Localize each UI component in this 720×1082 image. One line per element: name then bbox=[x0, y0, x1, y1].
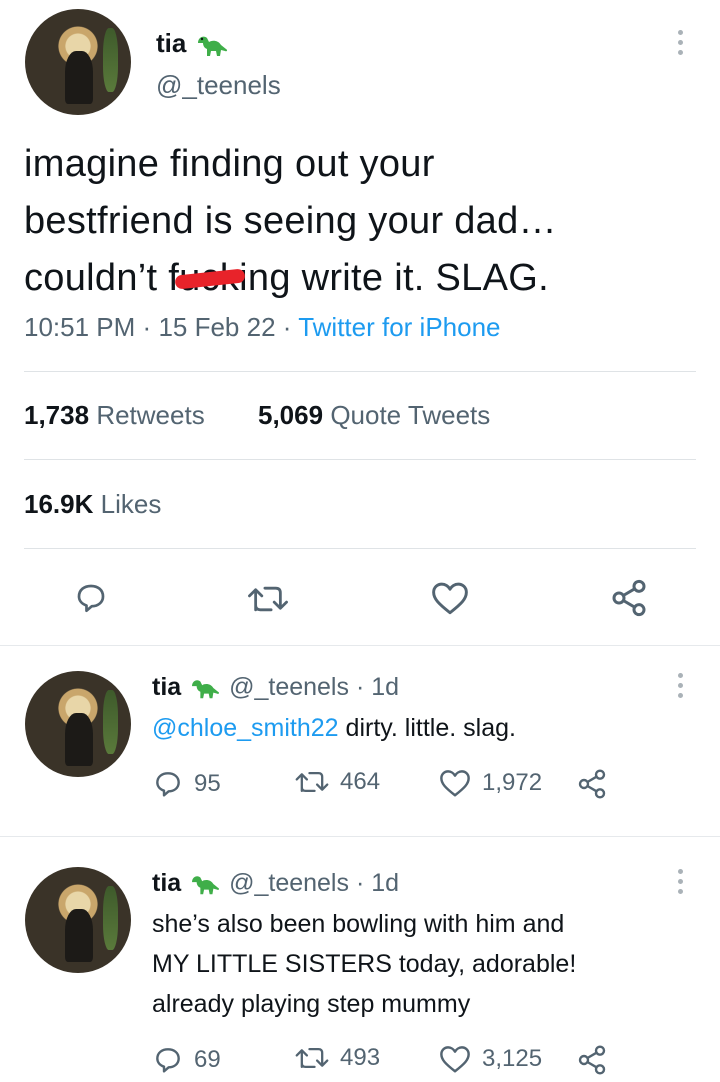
like-button[interactable]: 3,125 bbox=[438, 1044, 542, 1074]
tweet-text: imagine finding out your bestfriend is s… bbox=[24, 136, 684, 307]
share-icon bbox=[578, 769, 606, 799]
quote-tweets-stat[interactable]: 5,069 Quote Tweets bbox=[258, 400, 490, 431]
divider bbox=[0, 645, 720, 646]
reply-icon bbox=[156, 772, 180, 797]
tweet-date[interactable]: 15 Feb 22 bbox=[158, 312, 275, 342]
retweet-button[interactable]: 493 bbox=[294, 1044, 380, 1072]
reply-actions: 69 493 3,125 bbox=[152, 1044, 692, 1078]
retweets-stat[interactable]: 1,738 Retweets bbox=[24, 400, 205, 431]
heart-icon[interactable] bbox=[430, 580, 470, 616]
reply-header[interactable]: tia @_teenels · 1d bbox=[152, 869, 399, 898]
share-icon bbox=[578, 1045, 606, 1075]
divider bbox=[0, 836, 720, 837]
heart-icon bbox=[440, 770, 470, 797]
divider bbox=[24, 371, 696, 372]
reply-header[interactable]: tia @_teenels · 1d bbox=[152, 673, 399, 702]
retweet-icon bbox=[295, 771, 329, 793]
avatar[interactable] bbox=[25, 867, 131, 973]
reply-button[interactable]: 69 bbox=[152, 1044, 221, 1076]
more-icon[interactable] bbox=[673, 30, 687, 60]
avatar[interactable] bbox=[25, 671, 131, 777]
dinosaur-emoji-icon bbox=[192, 680, 220, 699]
dinosaur-emoji-icon bbox=[192, 876, 220, 895]
tweet-source[interactable]: Twitter for iPhone bbox=[298, 312, 500, 342]
reply-icon[interactable] bbox=[72, 580, 110, 616]
tweet-time[interactable]: 10:51 PM bbox=[24, 312, 135, 342]
share-button[interactable] bbox=[576, 1044, 618, 1076]
reply-button[interactable]: 95 bbox=[152, 768, 221, 800]
reply-icon bbox=[156, 1048, 180, 1073]
dinosaur-emoji-icon bbox=[197, 36, 227, 57]
reply-text: she’s also been bowling with him and MY … bbox=[152, 910, 577, 1018]
retweet-button[interactable]: 464 bbox=[294, 768, 380, 796]
divider bbox=[24, 459, 696, 460]
retweet-icon[interactable] bbox=[246, 582, 290, 616]
more-icon[interactable] bbox=[673, 673, 687, 703]
likes-stat[interactable]: 16.9K Likes bbox=[24, 489, 161, 520]
share-icon[interactable] bbox=[609, 578, 649, 618]
reply-text: @chloe_smith22 dirty. little. slag. bbox=[152, 714, 516, 742]
avatar[interactable] bbox=[25, 9, 131, 115]
author-handle[interactable]: @_teenels bbox=[156, 70, 281, 101]
censor-scribble: uck bbox=[179, 250, 239, 307]
heart-icon bbox=[440, 1046, 470, 1073]
retweet-icon bbox=[295, 1047, 329, 1069]
author-name[interactable]: tia bbox=[156, 28, 230, 59]
share-button[interactable] bbox=[576, 768, 618, 800]
tweet-meta: 10:51 PM · 15 Feb 22 · Twitter for iPhon… bbox=[24, 312, 501, 342]
reply-actions: 95 464 1,972 bbox=[152, 768, 692, 802]
divider bbox=[24, 548, 696, 549]
mention-link[interactable]: @chloe_smith22 bbox=[152, 714, 339, 742]
like-button[interactable]: 1,972 bbox=[438, 768, 542, 798]
more-icon[interactable] bbox=[673, 869, 687, 899]
